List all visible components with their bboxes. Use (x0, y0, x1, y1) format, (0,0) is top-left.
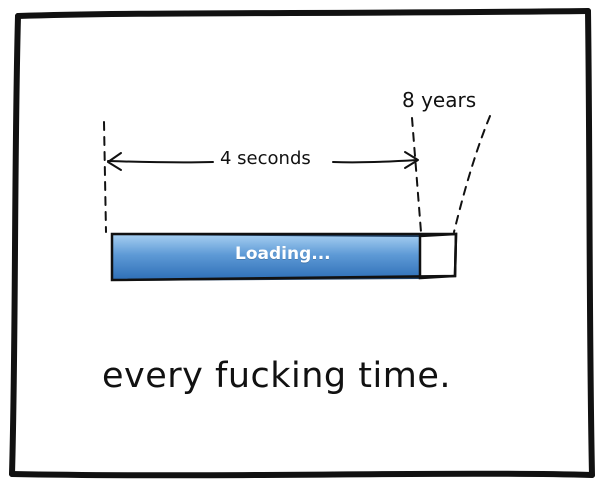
progress-label: Loading... (235, 244, 331, 264)
middle-dashed-guide (411, 117, 422, 233)
dashed-guides (103, 115, 491, 233)
left-dashed-guide (103, 121, 107, 233)
right-dashed-guide (453, 115, 491, 233)
elapsed-label: 4 seconds (220, 148, 311, 169)
duration-label: 8 years (402, 88, 477, 112)
caption: every fucking time. (102, 356, 451, 396)
progress-empty-segment (418, 232, 458, 280)
